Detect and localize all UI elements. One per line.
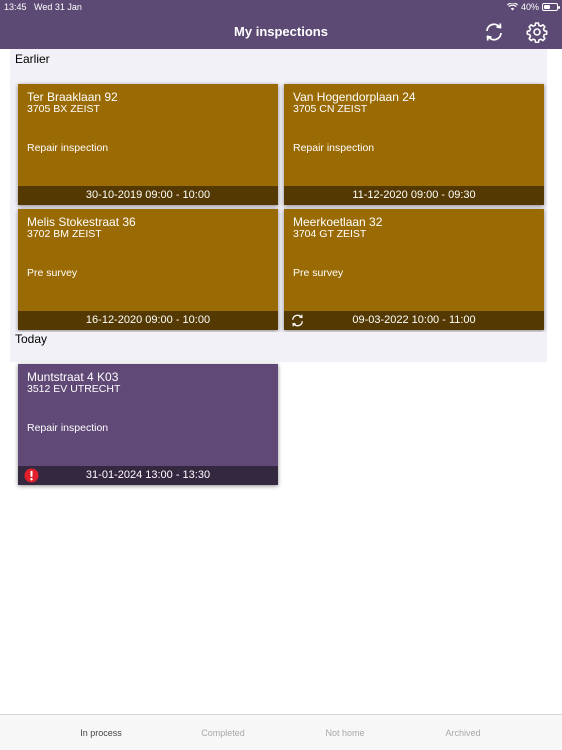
card-postal-city: 3704 GT ZEIST: [293, 228, 367, 240]
tab-not-home[interactable]: Not home: [300, 728, 390, 738]
tab-in-process[interactable]: In process: [56, 728, 146, 738]
card-address: Melis Stokestraat 36: [27, 215, 136, 229]
battery-icon: [542, 3, 560, 11]
inspection-card[interactable]: Melis Stokestraat 36 3702 BM ZEIST Pre s…: [18, 209, 278, 330]
card-postal-city: 3512 EV UTRECHT: [27, 383, 121, 395]
section-title-today: Today: [15, 332, 48, 346]
gear-icon: [526, 22, 548, 43]
card-postal-city: 3705 CN ZEIST: [293, 103, 368, 115]
alert-icon: [24, 468, 39, 483]
card-postal-city: 3702 BM ZEIST: [27, 228, 102, 240]
inspection-card[interactable]: Meerkoetlaan 32 3704 GT ZEIST Pre survey…: [284, 209, 544, 330]
card-datetime: 30-10-2019 09:00 - 10:00: [18, 186, 278, 205]
card-address: Muntstraat 4 K03: [27, 370, 119, 384]
card-address: Van Hogendorplaan 24: [293, 90, 416, 104]
status-bar: 13:45 Wed 31 Jan 40%: [0, 0, 562, 14]
wifi-icon: [506, 3, 518, 11]
section-title-earlier: Earlier: [15, 52, 50, 66]
tab-bar: In process Completed Not home Archived: [0, 714, 562, 750]
status-date: Wed 31 Jan: [34, 2, 82, 12]
nav-bar: My inspections: [0, 14, 562, 49]
settings-button[interactable]: [524, 19, 550, 45]
card-address: Ter Braaklaan 92: [27, 90, 118, 104]
card-inspection-type: Repair inspection: [27, 142, 109, 154]
sync-icon: [486, 23, 502, 41]
card-datetime: 11-12-2020 09:00 - 09:30: [284, 186, 544, 205]
battery-percentage: 40%: [520, 2, 539, 12]
sync-button[interactable]: [481, 19, 507, 45]
card-datetime: 31-01-2024 13:00 - 13:30: [85, 469, 211, 481]
section-earlier: Earlier Ter Braaklaan 92 3705 BX ZEIST R…: [10, 49, 547, 332]
section-today: Today: [10, 332, 547, 362]
card-datetime: 16-12-2020 09:00 - 10:00: [18, 311, 278, 330]
tab-completed[interactable]: Completed: [178, 728, 268, 738]
inspection-card[interactable]: Ter Braaklaan 92 3705 BX ZEIST Repair in…: [18, 84, 278, 205]
card-inspection-type: Repair inspection: [27, 422, 109, 434]
card-postal-city: 3705 BX ZEIST: [27, 103, 100, 115]
tab-archived[interactable]: Archived: [418, 728, 508, 738]
card-inspection-type: Repair inspection: [293, 142, 375, 154]
inspection-card[interactable]: Muntstraat 4 K03 3512 EV UTRECHT Repair …: [18, 364, 278, 485]
card-address: Meerkoetlaan 32: [293, 215, 383, 229]
status-indicators: 40%: [506, 2, 560, 12]
card-footer: 09-03-2022 10:00 - 11:00: [284, 311, 544, 330]
card-footer: 31-01-2024 13:00 - 13:30: [18, 466, 278, 485]
page-title: My inspections: [234, 24, 328, 39]
inspection-card[interactable]: Van Hogendorplaan 24 3705 CN ZEIST Repai…: [284, 84, 544, 205]
card-datetime: 09-03-2022 10:00 - 11:00: [352, 314, 476, 326]
card-inspection-type: Pre survey: [27, 267, 78, 279]
card-inspection-type: Pre survey: [293, 267, 344, 279]
sync-icon: [292, 314, 303, 327]
status-time: 13:45: [4, 2, 27, 12]
